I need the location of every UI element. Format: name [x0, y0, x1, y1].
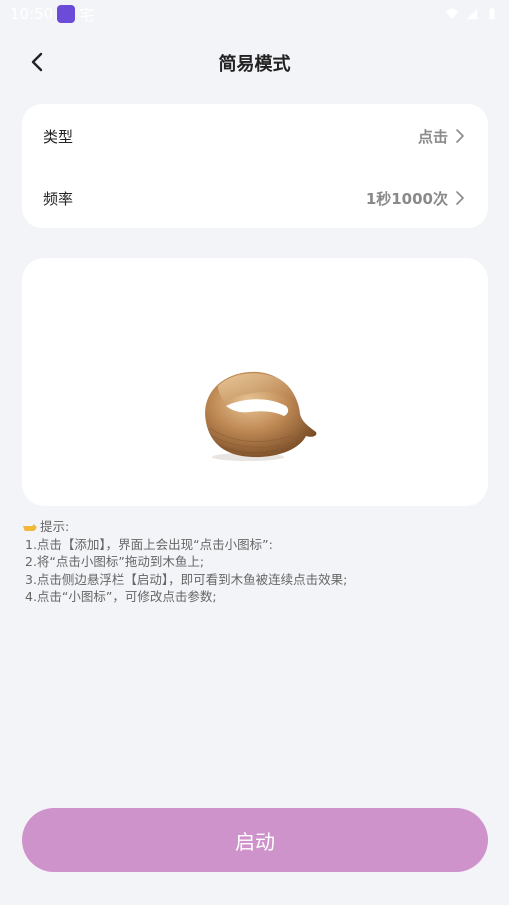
frequency-value-group: 1秒1000次 — [366, 188, 466, 209]
wooden-fish-image — [205, 371, 317, 461]
pointing-hand-icon — [23, 523, 37, 531]
page-title: 简易模式 — [218, 54, 291, 75]
screen: 10:50 宅 简易模式 类型 点击 频率 1秒1000次 提示: 1.点击【添… — [0, 0, 509, 905]
start-button[interactable]: 启动 — [22, 808, 488, 872]
type-label: 类型 — [43, 127, 74, 146]
tip-line: 2.将“点击小图标”拖动到木鱼上; — [25, 554, 205, 569]
settings-card: 类型 点击 频率 1秒1000次 — [22, 104, 488, 228]
type-setting-row[interactable]: 类型 点击 — [22, 110, 488, 162]
type-value-group: 点击 — [418, 126, 466, 147]
status-left: 10:50 宅 — [10, 4, 94, 25]
tip-line: 4.点击“小图标”，可修改点击参数; — [25, 589, 217, 604]
status-extra-text: 宅 — [79, 5, 95, 24]
tip-line: 3.点击侧边悬浮栏【启动】，即可看到木鱼被连续点击效果; — [25, 571, 348, 587]
type-value: 点击 — [417, 127, 448, 146]
tip-line: 1.点击【添加】，界面上会出现“点击小图标”: — [25, 536, 273, 552]
chevron-right-icon — [456, 191, 464, 205]
chevron-right-icon — [456, 129, 464, 143]
tips-title: 提示: — [40, 519, 70, 534]
frequency-setting-row[interactable]: 频率 1秒1000次 — [22, 172, 488, 224]
status-time: 10:50 — [10, 5, 54, 23]
app-notification-icon — [57, 5, 76, 23]
tips-title-row: 提示: — [22, 518, 488, 536]
frequency-label: 频率 — [43, 189, 74, 208]
battery-icon — [489, 7, 495, 20]
wifi-icon — [445, 8, 459, 20]
signal-icon — [466, 8, 478, 20]
tips-section: 提示: 1.点击【添加】，界面上会出现“点击小图标”: 2.将“点击小图标”拖动… — [22, 518, 488, 606]
status-right — [445, 7, 499, 21]
status-bar: 10:50 宅 — [0, 0, 509, 28]
frequency-value: 1秒1000次 — [365, 189, 448, 208]
wooden-fish-card — [22, 258, 488, 506]
nav-bar: 简易模式 — [0, 40, 509, 84]
